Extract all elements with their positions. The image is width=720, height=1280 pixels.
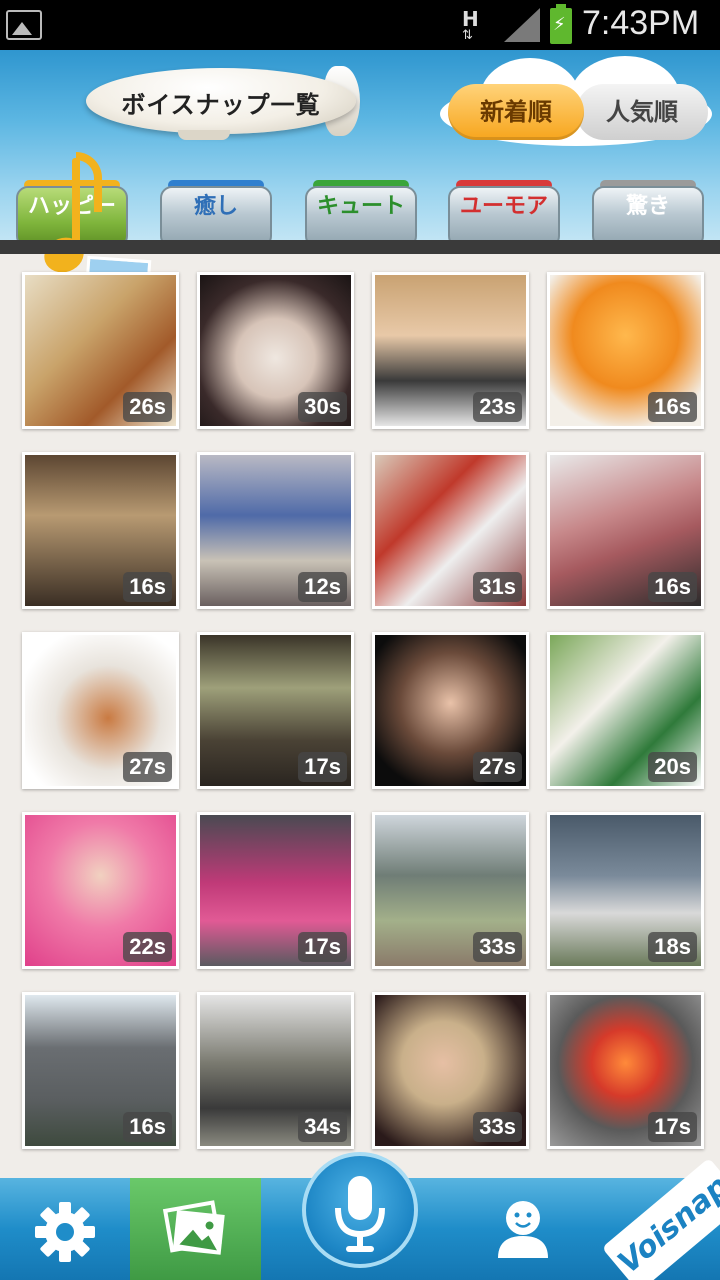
- header-divider: [0, 240, 720, 254]
- gallery-notification-icon: [6, 10, 42, 40]
- snap-tile[interactable]: 30s: [197, 272, 354, 429]
- signal-icon: [504, 8, 540, 42]
- music-note-icon: [38, 150, 152, 301]
- sort-popular-button[interactable]: 人気順: [576, 84, 708, 140]
- sort-toggle-cloud: 人気順 新着順: [440, 56, 712, 146]
- snap-tile[interactable]: 16s: [22, 992, 179, 1149]
- category-tab-4[interactable]: 驚き: [592, 180, 704, 248]
- app-root: H ⇅ 7:43PM ボイスナップ一覧 人気順 新着順 ハッピー癒しキュートユー…: [0, 0, 720, 1280]
- snap-tile[interactable]: 23s: [372, 272, 529, 429]
- snap-tile[interactable]: 34s: [197, 992, 354, 1149]
- settings-button[interactable]: [0, 1178, 130, 1280]
- blimp-title-banner: ボイスナップ一覧: [86, 66, 376, 140]
- duration-badge: 33s: [473, 1112, 522, 1142]
- header: ボイスナップ一覧 人気順 新着順 ハッピー癒しキュートユーモア驚き: [0, 50, 720, 301]
- brand-name: Voisnap: [601, 1157, 720, 1280]
- category-tab-3[interactable]: ユーモア: [448, 180, 560, 248]
- snap-tile[interactable]: 16s: [547, 272, 704, 429]
- category-label: 癒し: [160, 186, 272, 248]
- duration-badge: 22s: [123, 932, 172, 962]
- duration-badge: 27s: [473, 752, 522, 782]
- bottom-nav: Voisnap: [0, 1152, 720, 1280]
- snap-tile[interactable]: 17s: [547, 992, 704, 1149]
- duration-badge: 34s: [298, 1112, 347, 1142]
- profile-button[interactable]: [460, 1178, 590, 1280]
- duration-badge: 17s: [298, 752, 347, 782]
- user-icon: [498, 1201, 548, 1258]
- snap-tile[interactable]: 20s: [547, 632, 704, 789]
- duration-badge: 27s: [123, 752, 172, 782]
- category-label: 驚き: [592, 186, 704, 248]
- duration-badge: 26s: [123, 392, 172, 422]
- snap-tile[interactable]: 16s: [547, 452, 704, 609]
- snap-tile[interactable]: 27s: [372, 632, 529, 789]
- status-time: 7:43PM: [582, 4, 700, 42]
- duration-badge: 17s: [648, 1112, 697, 1142]
- microphone-icon: [335, 1176, 385, 1252]
- gear-icon: [35, 1202, 95, 1262]
- category-label: キュート: [305, 186, 417, 248]
- category-tab-1[interactable]: 癒し: [160, 180, 272, 248]
- duration-badge: 16s: [123, 1112, 172, 1142]
- duration-badge: 12s: [298, 572, 347, 602]
- snap-tile[interactable]: 33s: [372, 992, 529, 1149]
- snap-tile[interactable]: 22s: [22, 812, 179, 969]
- snap-tile[interactable]: 26s: [22, 272, 179, 429]
- duration-badge: 16s: [648, 392, 697, 422]
- duration-badge: 31s: [473, 572, 522, 602]
- page-title: ボイスナップ一覧: [121, 91, 321, 119]
- data-transfer-icon: ⇅: [462, 28, 473, 43]
- voisnap-brand-logo: Voisnap: [596, 1157, 720, 1280]
- photos-icon: [162, 1200, 225, 1255]
- snap-tile[interactable]: 27s: [22, 632, 179, 789]
- snap-tile[interactable]: 18s: [547, 812, 704, 969]
- category-tab-2[interactable]: キュート: [305, 180, 417, 248]
- blimp-gondola: [178, 130, 230, 140]
- battery-charging-icon: [550, 4, 572, 44]
- duration-badge: 33s: [473, 932, 522, 962]
- snap-tile[interactable]: 16s: [22, 452, 179, 609]
- snap-tile[interactable]: 12s: [197, 452, 354, 609]
- snap-tile[interactable]: 33s: [372, 812, 529, 969]
- duration-badge: 23s: [473, 392, 522, 422]
- snap-tile[interactable]: 17s: [197, 812, 354, 969]
- duration-badge: 17s: [298, 932, 347, 962]
- duration-badge: 18s: [648, 932, 697, 962]
- status-bar: H ⇅ 7:43PM: [0, 0, 720, 50]
- gallery-button[interactable]: [130, 1178, 261, 1280]
- duration-badge: 30s: [298, 392, 347, 422]
- record-voice-button[interactable]: [302, 1152, 418, 1280]
- snap-tile[interactable]: 17s: [197, 632, 354, 789]
- category-label: ユーモア: [448, 186, 560, 248]
- sort-newest-button[interactable]: 新着順: [448, 84, 584, 140]
- snap-tile[interactable]: 31s: [372, 452, 529, 609]
- duration-badge: 16s: [123, 572, 172, 602]
- duration-badge: 20s: [648, 752, 697, 782]
- duration-badge: 16s: [648, 572, 697, 602]
